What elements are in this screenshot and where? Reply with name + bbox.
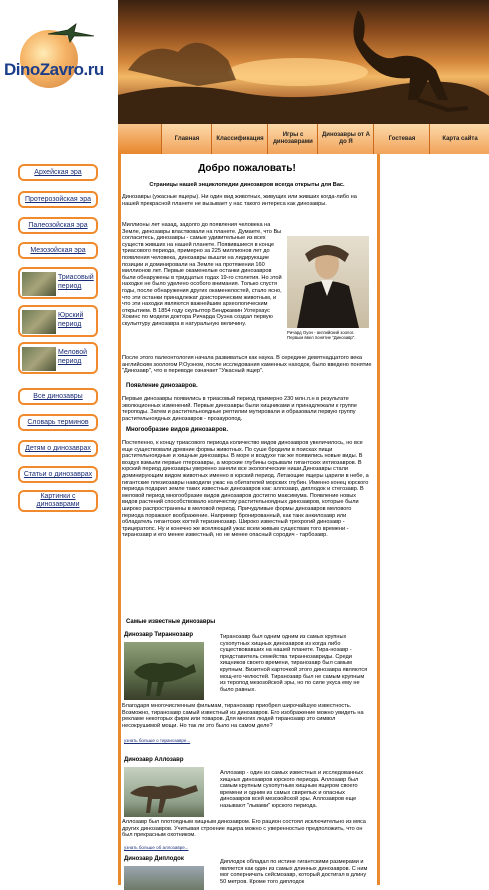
sidebar-era-jurassic[interactable]: Юрский период: [18, 305, 98, 337]
sidebar-link-pictures[interactable]: Картинки с динозаврами: [18, 490, 98, 512]
sidebar-link-archean[interactable]: Архейская эра: [18, 164, 98, 181]
jurassic-thumbnail: [22, 310, 56, 334]
portrait-richard-owen: [287, 236, 369, 328]
pterodactyl-icon: [47, 23, 95, 43]
nav-spacer: [0, 124, 118, 154]
nav-classification[interactable]: Классификация: [211, 124, 268, 154]
sidebar-link-paleozoic[interactable]: Палеозойская эра: [18, 217, 98, 234]
nav-sitemap[interactable]: Карта сайта: [429, 124, 489, 154]
dino-name-diplodocus: Динозавр Диплодок: [124, 856, 184, 862]
history-paragraph-1: Миллионы лет назад, задолго до появления…: [122, 222, 282, 327]
cretaceous-thumbnail: [22, 347, 56, 371]
dino-name-allosaurus: Динозавр Аллозавр: [124, 757, 184, 763]
intro-paragraph: Динозавры (ужасные ящеры). Ни один вид ж…: [122, 194, 357, 207]
dinosaur-landscape-image: [118, 10, 489, 124]
tyrannosaurus-image[interactable]: [124, 642, 204, 700]
heading-diversity: Многообразие видов динозавров.: [126, 427, 229, 433]
top-navigation: Главная Классификация Игры с динозаврами…: [0, 124, 489, 154]
diversity-paragraph: Постепенно, к концу триасового периода к…: [122, 440, 369, 539]
sidebar-link-mesozoic[interactable]: Мезозойская эра: [18, 242, 98, 259]
nav-dinosaurs-a-z[interactable]: Динозавры от А до Я: [317, 124, 374, 154]
diplodocus-text: Диплодок обладал по истине гигантскими р…: [220, 859, 368, 885]
tyrannosaurus-text: Тиранозавр был одним одним из самых круп…: [220, 634, 368, 693]
sidebar-link-glossary[interactable]: Словарь терминов: [18, 414, 98, 431]
page-subtitle: Страницы нашей энциклопедии динозавров в…: [149, 182, 345, 188]
nav-games[interactable]: Игры с динозаврами: [267, 124, 318, 154]
allosaurus-extra: Аллозавр был плотоядным хищным динозавро…: [122, 819, 366, 839]
dino-name-tyrannosaurus: Динозавр Тираннозавр: [124, 632, 193, 638]
era-label: Меловой период: [58, 349, 88, 365]
heading-famous: Самые известные динозавры: [126, 619, 216, 625]
sidebar-era-cretaceous[interactable]: Меловой период: [18, 342, 98, 374]
allosaurus-image[interactable]: [124, 767, 204, 817]
nav-guestbook[interactable]: Гостевая: [373, 124, 430, 154]
allosaurus-figure: [130, 785, 198, 813]
heading-appearance: Появление динозавров.: [126, 383, 198, 389]
appearance-paragraph: Первые динозавры появились в триасовый п…: [122, 396, 357, 422]
tyrannosaurus-more-link[interactable]: узнать больше о тиранозавре...: [124, 738, 190, 745]
history-paragraph-2: После этого палеонтология начала развива…: [122, 355, 372, 375]
tyrannosaurus-figure: [134, 662, 196, 696]
page-title: Добро пожаловать!: [198, 163, 296, 174]
logo[interactable]: DinoZavro.ru: [0, 0, 118, 124]
sidebar-link-articles[interactable]: Статьи о динозаврах: [18, 466, 98, 483]
sidebar-era-triassic[interactable]: Триасовый период: [18, 267, 98, 299]
sidebar: Архейская эра Протерозойская эра Палеозо…: [0, 154, 113, 885]
site-header: DinoZavro.ru: [0, 0, 489, 124]
logo-text: DinoZavro.ru: [4, 60, 104, 79]
header-banner: [118, 0, 489, 124]
nav-home[interactable]: Главная: [161, 124, 212, 154]
sidebar-link-all-dinosaurs[interactable]: Все динозавры: [18, 388, 98, 405]
allosaurus-text: Аллозавр - один из самых известных и исс…: [220, 770, 364, 809]
portrait-image: [297, 245, 359, 328]
era-label: Юрский период: [58, 312, 84, 328]
allosaurus-more-link[interactable]: узнать больше об аллозавре...: [124, 845, 188, 852]
triassic-thumbnail: [22, 272, 56, 296]
portrait-caption: Ричард Оуэн - английский зоолог. Первым …: [287, 330, 356, 340]
sidebar-link-proterozoic[interactable]: Протерозойская эра: [18, 191, 98, 208]
era-label: Триасовый период: [58, 274, 94, 290]
sidebar-link-kids[interactable]: Детям о динозаврах: [18, 440, 98, 457]
right-column: [380, 154, 489, 885]
diplodocus-image[interactable]: [124, 866, 204, 890]
tyrannosaurus-extra: Благодаря многочисленным фильмам, тирано…: [122, 703, 364, 729]
